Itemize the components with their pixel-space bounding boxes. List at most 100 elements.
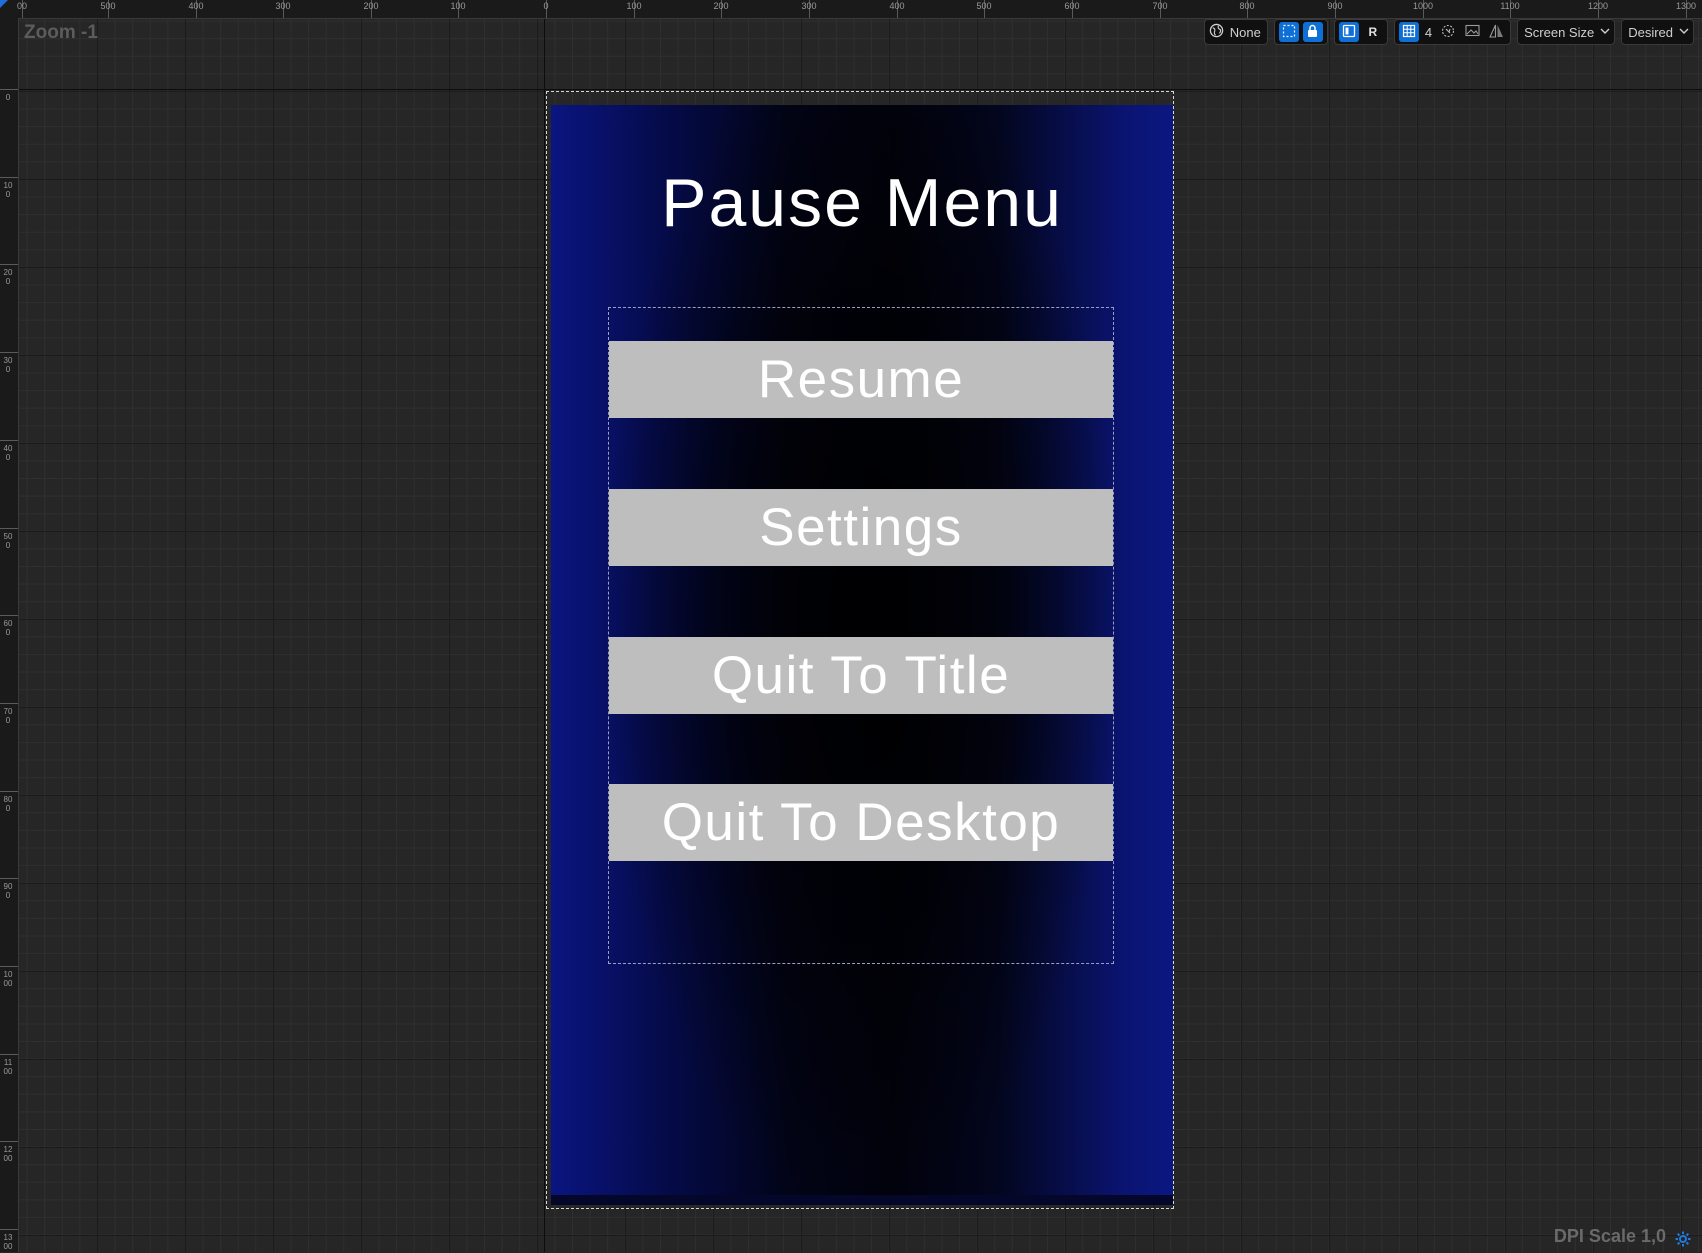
top-ruler-tick: 600 [1064,0,1080,18]
left-ruler-tick: 1200 [0,1141,18,1163]
left-ruler-tick: 100 [0,176,18,199]
top-ruler-label: 400 [889,1,905,11]
world-label: None [1229,24,1261,40]
top-ruler-tick: 0 [543,0,549,18]
top-ruler-label: 700 [1152,1,1168,11]
top-ruler-tick: 900 [1327,0,1343,18]
top-ruler-label: 200 [713,1,729,11]
respect-locks-button[interactable]: R [1363,22,1383,42]
top-ruler-label: 1000 [1412,1,1434,11]
top-ruler-tick: 400 [889,0,905,18]
left-ruler-tick: 300 [0,352,18,374]
top-ruler-tick: 100 [626,0,642,18]
left-ruler-label: 500 [3,531,13,550]
left-ruler-label: 400 [3,443,13,462]
flip-button[interactable] [1486,22,1506,42]
left-ruler-tick: 200 [0,264,18,286]
left-ruler[interactable]: 0 100 200 300 400 500 600 700 800 900 1000 1100 1200… [0,18,19,1252]
top-ruler-label: 500 [976,1,992,11]
left-ruler-label: 100 [3,180,13,199]
screen-size-dropdown[interactable]: Screen Size [1517,19,1616,45]
top-ruler-tick: 300 [275,0,291,18]
top-ruler-tick: 800 [1239,0,1255,18]
grid-icon [1402,24,1416,41]
settings-button[interactable]: Settings [609,489,1113,566]
safe-zone-icon [1441,24,1455,41]
top-ruler-tick: 1100 [1500,0,1520,18]
layout-group: R [1333,19,1388,45]
lock-icon [1306,24,1319,41]
top-ruler-label: 00 [16,1,27,11]
quit-to-desktop-button[interactable]: Quit To Desktop [609,784,1113,861]
left-ruler-label: 800 [3,794,13,813]
left-ruler-label: 1000 [3,970,13,988]
background-bottom-strip [551,1195,1173,1205]
top-ruler-label: 300 [275,1,291,11]
grid-snap-value[interactable]: 4 [1423,25,1434,40]
left-ruler-tick: 700 [0,702,18,725]
left-ruler-label: 300 [3,356,13,375]
top-ruler-label: 1300 [1675,1,1697,11]
transform-lock-group [1273,19,1328,45]
left-ruler-tick: 900 [0,878,18,900]
grid-snap-button[interactable] [1398,22,1419,42]
preview-image-icon [1465,24,1480,40]
top-ruler-tick: 300 [801,0,817,18]
origin-vertical-line [544,18,545,1252]
left-ruler-label: 0 [5,93,11,102]
top-ruler-label: 300 [801,1,817,11]
fill-mode-dropdown[interactable]: Desired [1621,19,1694,45]
left-ruler-tick: 800 [0,790,18,813]
chevron-down-icon [1679,26,1689,38]
top-ruler-label: 100 [450,1,466,11]
top-ruler-tick: 400 [188,0,204,18]
left-ruler-label: 1200 [3,1145,13,1164]
top-ruler-label: 200 [363,1,379,11]
origin-horizontal-line [18,89,1702,90]
grid-snap-group: 4 [1393,19,1512,45]
top-ruler[interactable]: 00 500 400 300 200 100 0 100 200 300 400 500 600 700 8… [0,0,1702,19]
transform-mode-button[interactable] [1278,22,1299,42]
globe-icon [1209,23,1224,41]
top-ruler-label: 100 [626,1,642,11]
top-ruler-label: 600 [1064,1,1080,11]
top-ruler-tick: 1300 [1676,0,1696,18]
left-ruler-tick: 0 [0,89,18,102]
top-ruler-label: 800 [1239,1,1255,11]
safe-zone-button[interactable] [1438,22,1458,42]
dpi-scale-label[interactable]: DPI Scale 1,0 [1554,1226,1666,1247]
lock-button[interactable] [1302,22,1323,42]
top-ruler-tick: 500 [976,0,992,18]
top-ruler-tick: 100 [450,0,466,18]
fill-mode-label: Desired [1628,24,1673,40]
left-ruler-label: 600 [3,619,13,638]
resume-button[interactable]: Resume [609,341,1113,418]
left-ruler-tick: 1000 [0,966,18,988]
preview-image-button[interactable] [1462,22,1482,42]
layout-button[interactable] [1338,22,1359,42]
screen-size-label: Screen Size [1524,24,1595,40]
pause-menu-title[interactable]: Pause Menu [551,158,1173,248]
top-ruler-label: 0 [543,1,549,11]
designer-toolbar: None R 4 Screen Size Desired [1203,19,1694,45]
left-ruler-label: 1300 [3,1233,13,1252]
chevron-down-icon [1600,26,1610,38]
quit-to-title-button[interactable]: Quit To Title [609,637,1113,714]
flip-icon [1488,24,1504,41]
zoom-level-label: Zoom -1 [24,22,98,43]
top-ruler-tick: 00 [17,0,27,18]
left-ruler-label: 1100 [3,1057,13,1076]
left-ruler-tick: 400 [0,439,18,462]
top-ruler-label: 1200 [1587,1,1609,11]
top-ruler-tick: 200 [713,0,729,18]
top-ruler-tick: 500 [100,0,116,18]
top-ruler-label: 400 [188,1,204,11]
preview-world-dropdown[interactable]: None [1203,19,1268,45]
ruler-corner-marker [0,0,8,8]
left-ruler-tick: 500 [0,527,18,550]
settings-gear-icon[interactable] [1674,1230,1692,1248]
layout-icon [1342,24,1356,41]
top-ruler-label: 500 [100,1,116,11]
top-ruler-tick: 1000 [1413,0,1433,18]
left-ruler-tick: 600 [0,615,18,637]
